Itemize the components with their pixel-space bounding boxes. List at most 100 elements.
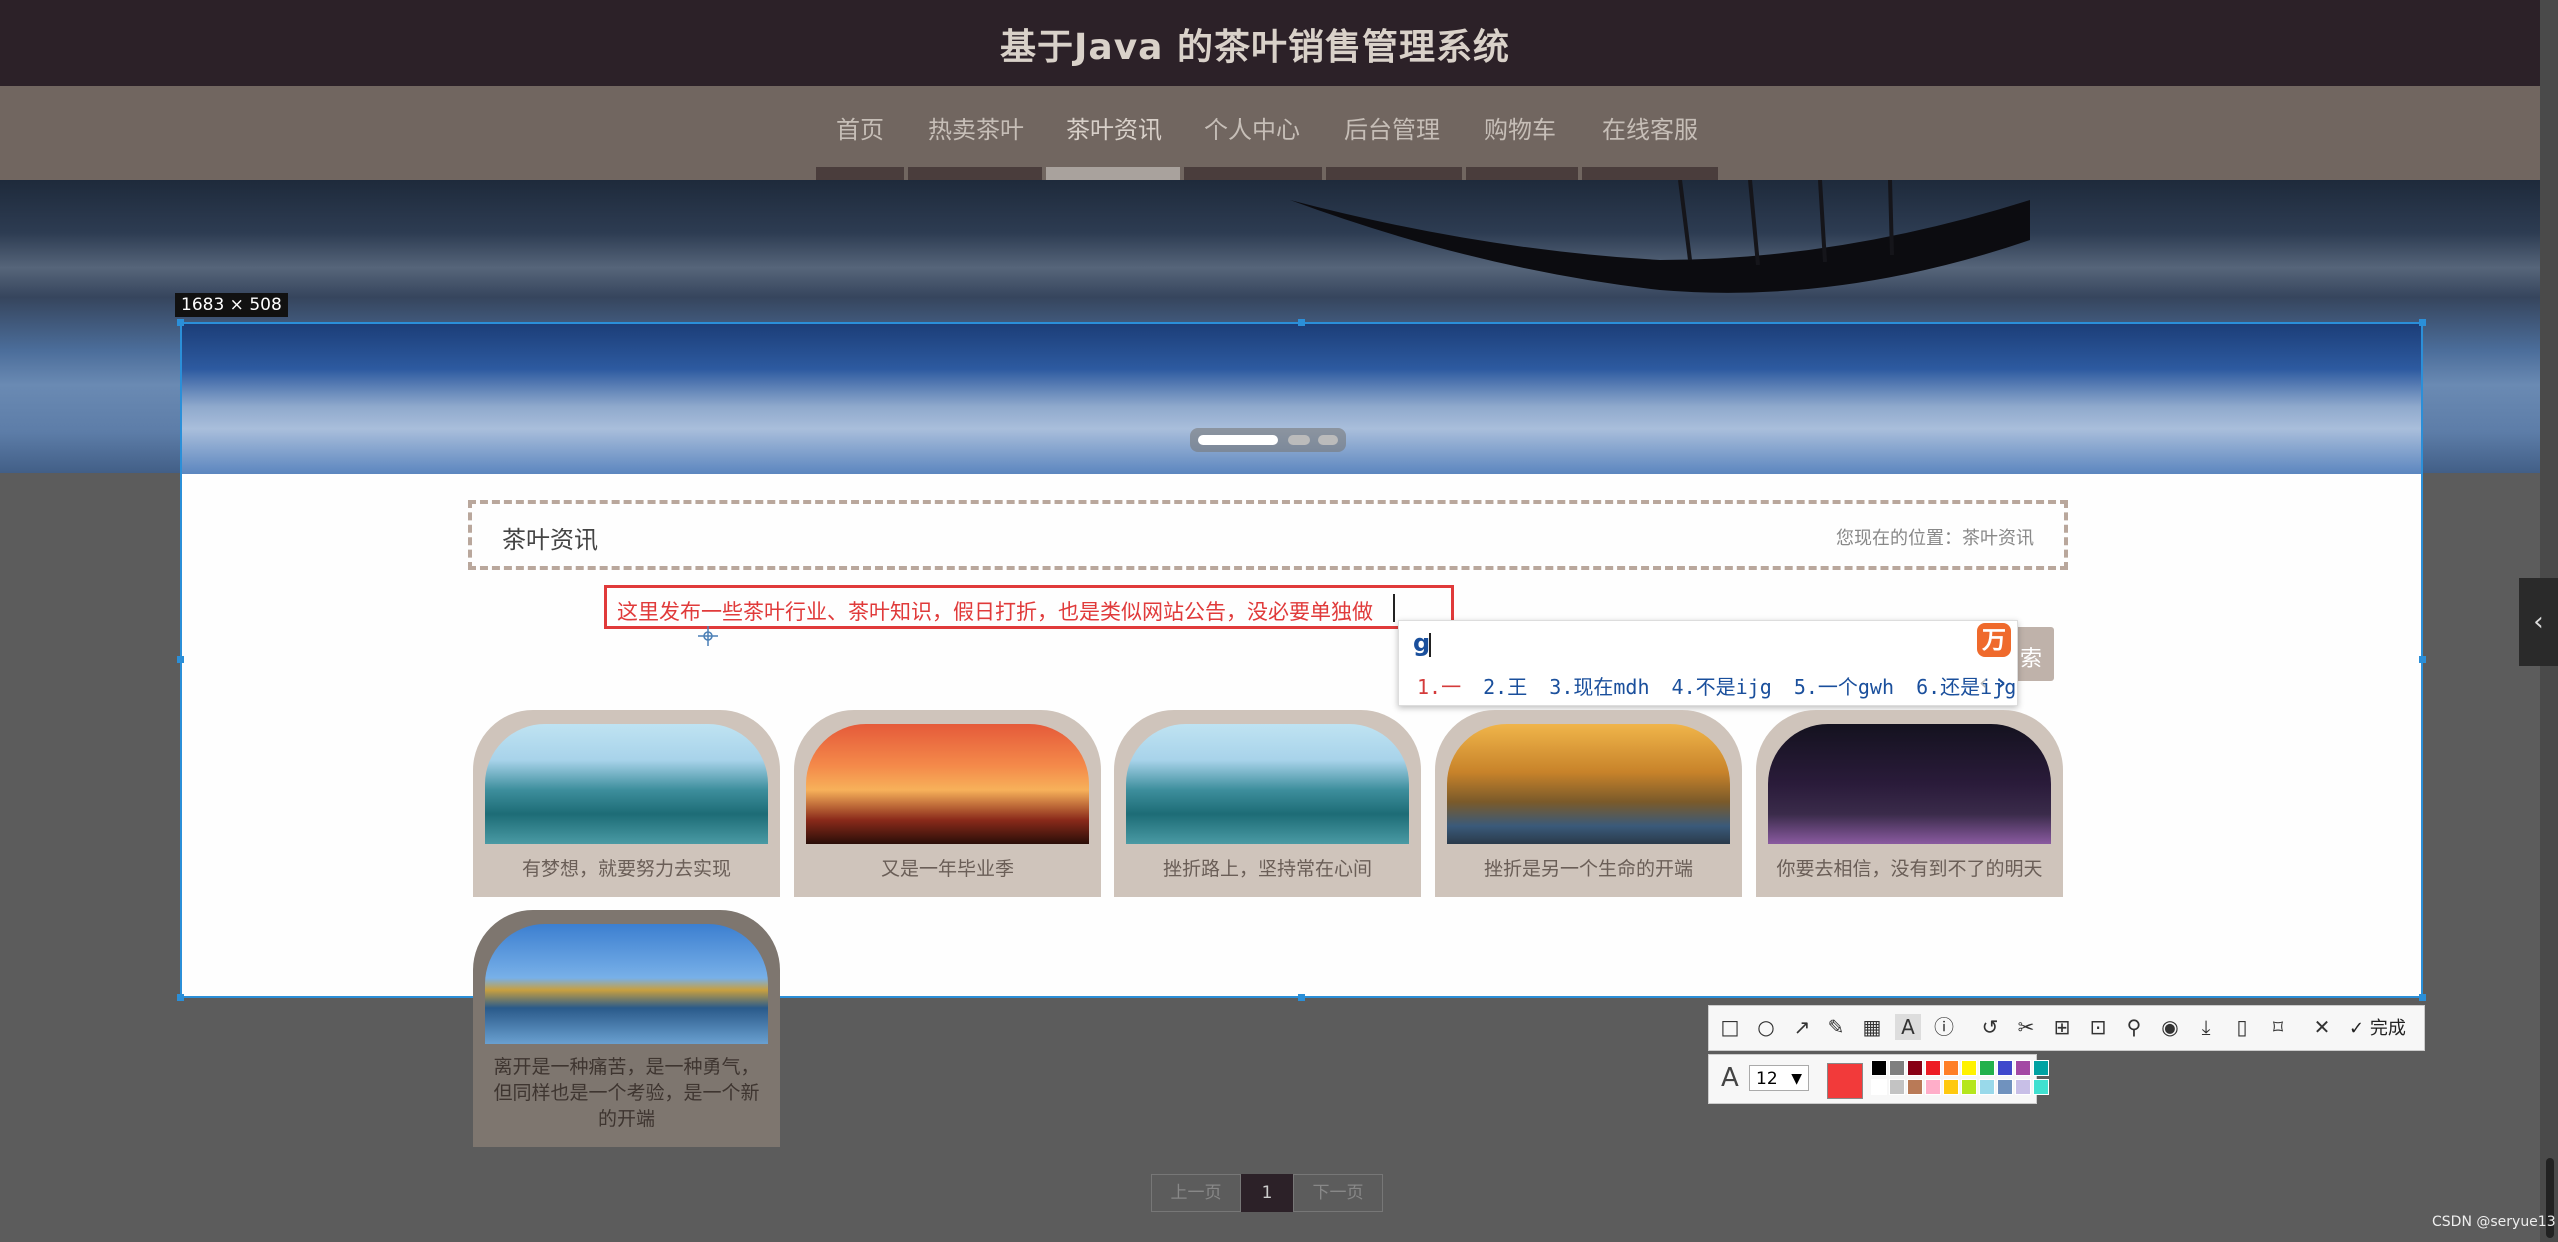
color-swatch[interactable] bbox=[1979, 1060, 1995, 1076]
download-icon[interactable]: ⤓ bbox=[2193, 1014, 2219, 1040]
bookmark-icon[interactable]: ⌑ bbox=[2265, 1014, 2291, 1040]
nav-underline bbox=[816, 167, 904, 180]
article-caption-line: 离开是一种痛苦，是一种勇气， bbox=[493, 1056, 760, 1078]
record-icon[interactable]: ◉ bbox=[2157, 1014, 2183, 1040]
resize-handle[interactable] bbox=[2419, 656, 2426, 663]
crosshair-icon bbox=[698, 626, 718, 646]
ime-candidate[interactable]: 3.现在mdh bbox=[1549, 675, 1649, 699]
annotation-textbox[interactable]: 这里发布一些茶叶行业、茶叶知识，假日打折，也是类似网站公告，没必要单独做 bbox=[604, 585, 1454, 629]
close-icon[interactable]: ✕ bbox=[2309, 1014, 2335, 1040]
nav-item-tea-news[interactable]: 茶叶资讯 bbox=[1066, 110, 1162, 145]
resize-handle[interactable] bbox=[1298, 994, 1305, 1001]
done-label: 完成 bbox=[2369, 1018, 2406, 1039]
resize-handle[interactable] bbox=[177, 319, 184, 326]
prev-page-button[interactable]: 上一页 bbox=[1151, 1174, 1241, 1212]
article-image bbox=[1768, 724, 2051, 844]
carousel-dot-active[interactable] bbox=[1198, 435, 1278, 445]
color-swatch[interactable] bbox=[2033, 1079, 2049, 1095]
text-cursor bbox=[1393, 594, 1395, 622]
color-swatch[interactable] bbox=[2015, 1079, 2031, 1095]
ocr-icon[interactable]: ⊡ bbox=[2085, 1014, 2111, 1040]
color-swatch[interactable] bbox=[2015, 1060, 2031, 1076]
pen-icon[interactable]: ✎ bbox=[1823, 1014, 1849, 1040]
color-swatch[interactable] bbox=[1925, 1079, 1941, 1095]
resize-handle[interactable] bbox=[2419, 994, 2426, 1001]
nav-underline bbox=[908, 167, 1042, 180]
article-card[interactable]: 挫折是另一个生命的开端 bbox=[1435, 710, 1742, 897]
scissors-icon[interactable]: ✂ bbox=[2013, 1014, 2039, 1040]
pin-icon[interactable]: ⚲ bbox=[2121, 1014, 2147, 1040]
article-card[interactable]: 挫折路上，坚持常在心间 bbox=[1114, 710, 1421, 897]
nav-item-hot-tea[interactable]: 热卖茶叶 bbox=[928, 110, 1024, 145]
font-size-select[interactable]: 12 ▼ bbox=[1749, 1065, 1809, 1091]
done-button[interactable]: ✓ 完成 bbox=[2349, 1014, 2406, 1040]
color-swatch[interactable] bbox=[1961, 1079, 1977, 1095]
resize-handle[interactable] bbox=[2419, 319, 2426, 326]
color-swatch[interactable] bbox=[1889, 1079, 1905, 1095]
ellipse-icon[interactable]: ○ bbox=[1753, 1014, 1779, 1040]
article-caption: 挫折是另一个生命的开端 bbox=[1483, 858, 1693, 880]
side-panel-toggle[interactable]: ‹ bbox=[2519, 578, 2558, 666]
nav-item-cart[interactable]: 购物车 bbox=[1484, 110, 1556, 145]
article-caption: 你要去相信，没有到不了的明天 bbox=[1776, 858, 2043, 880]
article-caption: 离开是一种痛苦，是一种勇气， 但同样也是一个考验，是一个新 的开端 bbox=[473, 1054, 780, 1132]
nav-item-personal-center[interactable]: 个人中心 bbox=[1204, 110, 1300, 145]
article-card[interactable]: 又是一年毕业季 bbox=[794, 710, 1101, 897]
color-swatch[interactable] bbox=[1871, 1079, 1887, 1095]
page-number-current[interactable]: 1 bbox=[1241, 1174, 1293, 1212]
ime-candidate[interactable]: 2.王 bbox=[1483, 675, 1527, 699]
color-swatch[interactable] bbox=[2033, 1060, 2049, 1076]
color-swatch[interactable] bbox=[1943, 1060, 1959, 1076]
undo-icon[interactable]: ↺ bbox=[1977, 1014, 2003, 1040]
nav-underline bbox=[1326, 167, 1462, 180]
carousel-dot[interactable] bbox=[1318, 435, 1338, 445]
ime-logo-icon[interactable]: 万 bbox=[1977, 623, 2011, 657]
article-card[interactable]: 有梦想，就要努力去实现 bbox=[473, 710, 780, 897]
color-swatch[interactable] bbox=[1961, 1060, 1977, 1076]
arrow-icon[interactable]: ↗ bbox=[1789, 1014, 1815, 1040]
text-icon[interactable]: A bbox=[1895, 1014, 1921, 1040]
ime-candidate[interactable]: 4.不是ijg bbox=[1672, 675, 1772, 699]
nav-item-admin[interactable]: 后台管理 bbox=[1344, 110, 1440, 145]
selection-size-label: 1683 × 508 bbox=[175, 293, 288, 317]
resize-handle[interactable] bbox=[177, 994, 184, 1001]
color-swatch[interactable] bbox=[1907, 1060, 1923, 1076]
article-caption-line: 的开端 bbox=[597, 1108, 655, 1130]
watermark: CSDN @seryue13 bbox=[2432, 1214, 2556, 1230]
nav-item-home[interactable]: 首页 bbox=[836, 110, 884, 145]
number-icon[interactable]: ⓘ bbox=[1931, 1014, 1957, 1040]
color-swatch[interactable] bbox=[1979, 1079, 1995, 1095]
color-swatch[interactable] bbox=[1889, 1060, 1905, 1076]
boat-reflection-image bbox=[1290, 180, 2030, 293]
resize-handle[interactable] bbox=[177, 656, 184, 663]
article-caption: 挫折路上，坚持常在心间 bbox=[1162, 858, 1372, 880]
carousel-dot[interactable] bbox=[1288, 435, 1310, 445]
mosaic-icon[interactable]: ▦ bbox=[1859, 1014, 1885, 1040]
main-nav: 首页 热卖茶叶 茶叶资讯 个人中心 后台管理 购物车 在线客服 bbox=[0, 86, 2540, 180]
section-header: 茶叶资讯 您现在的位置：茶叶资讯 bbox=[468, 500, 2068, 570]
current-color-swatch[interactable] bbox=[1827, 1063, 1863, 1099]
save-device-icon[interactable]: ▯ bbox=[2229, 1014, 2255, 1040]
ime-candidate[interactable]: 5.一个gwh bbox=[1794, 675, 1894, 699]
text-style-bar: A 12 ▼ bbox=[1708, 1054, 2049, 1104]
color-swatch[interactable] bbox=[1943, 1079, 1959, 1095]
resize-handle[interactable] bbox=[1298, 319, 1305, 326]
color-swatch[interactable] bbox=[1871, 1060, 1887, 1076]
nav-item-online-service[interactable]: 在线客服 bbox=[1602, 110, 1698, 145]
font-icon: A bbox=[1721, 1063, 1739, 1093]
nav-underline bbox=[1466, 167, 1578, 180]
translate-icon[interactable]: ⊞ bbox=[2049, 1014, 2075, 1040]
article-card[interactable]: 你要去相信，没有到不了的明天 bbox=[1756, 710, 2063, 897]
search-button-label: 索 bbox=[2020, 647, 2043, 672]
ime-next-icon[interactable]: › bbox=[1997, 671, 2006, 696]
color-swatch[interactable] bbox=[1907, 1079, 1923, 1095]
color-swatch[interactable] bbox=[1997, 1079, 2013, 1095]
ime-prev-icon[interactable]: ‹ bbox=[1979, 671, 1988, 696]
ime-caret bbox=[1429, 633, 1431, 657]
next-page-button[interactable]: 下一页 bbox=[1293, 1174, 1383, 1212]
rectangle-icon[interactable]: □ bbox=[1717, 1014, 1743, 1040]
color-swatch[interactable] bbox=[1997, 1060, 2013, 1076]
color-swatch[interactable] bbox=[1925, 1060, 1941, 1076]
article-card[interactable]: 离开是一种痛苦，是一种勇气， 但同样也是一个考验，是一个新 的开端 bbox=[473, 910, 780, 1147]
ime-candidate[interactable]: 1.一 bbox=[1417, 675, 1461, 699]
